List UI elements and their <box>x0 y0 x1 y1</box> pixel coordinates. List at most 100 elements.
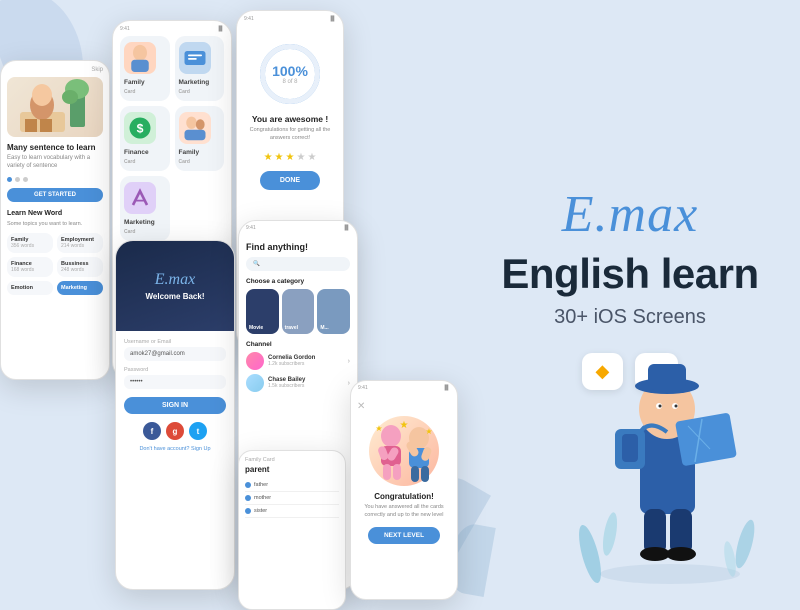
family-card-label: Family Card <box>245 457 339 463</box>
progress-title: You are awesome ! <box>252 114 328 124</box>
chevron-right-icon: › <box>348 358 350 365</box>
battery-icon: ▐▌ <box>343 225 350 231</box>
phones-area: Skip Many sentence to learn Easy to lear… <box>0 0 460 604</box>
twitter-login-button[interactable]: t <box>189 422 207 440</box>
search-title: Find anything! <box>246 242 350 252</box>
login-header: E.max Welcome Back! <box>116 241 234 331</box>
done-button[interactable]: DONE <box>260 171 320 190</box>
phone-vocabulary: Skip Many sentence to learn Easy to lear… <box>0 60 110 380</box>
channel-subs-2: 1.5k subscribers <box>268 383 305 389</box>
category-title: Employment <box>61 237 99 243</box>
time-display: 9:41 <box>244 16 254 22</box>
channel-item-2[interactable]: Chase Bailey 1.5k subscribers › <box>246 374 350 392</box>
card-label: Family <box>179 149 221 156</box>
chevron-right-icon: › <box>348 380 350 387</box>
phone3-status-bar: 9:41 ▐▌ <box>244 16 336 22</box>
phone1-subtext: Easy to learn vocabulary with a variety … <box>7 155 103 171</box>
signup-prompt: Don't have account? Sign Up <box>124 446 226 452</box>
category-label: M... <box>320 325 328 331</box>
login-logo: E.max <box>155 271 195 289</box>
svg-text:★: ★ <box>400 420 409 431</box>
svg-text:★: ★ <box>425 427 432 436</box>
phone-congratulations: 9:41 ▐▌ ✕ <box>350 380 458 600</box>
category-count: 248 words <box>61 267 99 273</box>
battery-icon: ▐▌ <box>217 26 224 32</box>
social-login-buttons: f g t <box>124 422 226 440</box>
close-button[interactable]: ✕ <box>357 401 365 412</box>
category-marketing[interactable]: Marketing <box>57 281 103 295</box>
category-emotion[interactable]: Emotion <box>7 281 53 295</box>
dot-1 <box>7 177 12 182</box>
progress-percent: 100% <box>272 63 308 79</box>
password-input[interactable]: •••••• <box>124 375 226 389</box>
quiz-card-marketing[interactable]: Marketing Card <box>175 36 225 101</box>
word-item-mother[interactable]: mother <box>245 492 339 505</box>
category-travel[interactable]: travel <box>282 289 315 334</box>
category-label: Choose a category <box>246 278 350 285</box>
get-started-button[interactable]: GET STARTED <box>7 188 103 202</box>
progress-desc: Congratulations for getting all the answ… <box>245 127 335 142</box>
channel-avatar-1 <box>246 352 264 370</box>
signup-link[interactable]: Sign Up <box>191 446 211 452</box>
card-sub: Card <box>124 89 166 95</box>
quiz-card-finance[interactable]: $ Finance Card <box>120 106 170 171</box>
category-title: Marketing <box>61 285 99 291</box>
welcome-text: Welcome Back! <box>146 292 205 301</box>
username-label: Username or Email <box>124 339 226 345</box>
signup-text: Don't have account? <box>139 446 189 452</box>
google-login-button[interactable]: g <box>166 422 184 440</box>
star-5: ★ <box>307 152 316 163</box>
family-card-title: parent <box>245 465 339 474</box>
category-movie[interactable]: Movie <box>246 289 279 334</box>
category-finance[interactable]: Finance 168 words <box>7 257 53 277</box>
next-level-button[interactable]: NEXT LEVEL <box>368 527 440 544</box>
phone7-status-bar: 9:41 ▐▌ <box>358 385 450 391</box>
time-display: 9:41 <box>246 225 256 231</box>
word-item-father[interactable]: father <box>245 479 339 492</box>
page-dots <box>7 177 103 182</box>
channel-subs-1: 1.2k subscribers <box>268 361 315 367</box>
congratulations-illustration: ★ ★ ★ <box>369 416 439 486</box>
card-label: Family <box>124 79 166 86</box>
phone-login: E.max Welcome Back! Username or Email am… <box>115 240 235 590</box>
card-label: Marketing <box>124 219 166 226</box>
facebook-login-button[interactable]: f <box>143 422 161 440</box>
brand-logo: E.max <box>562 185 698 244</box>
learn-section-label: Learn New Word <box>7 210 103 217</box>
channel-avatar-2 <box>246 374 264 392</box>
username-input[interactable]: amok27@gmail.com <box>124 347 226 361</box>
category-family[interactable]: Family 356 words <box>7 233 53 253</box>
quiz-cards-grid: Family Card Marketing Card <box>120 36 224 241</box>
channel-item-1[interactable]: Cornelia Gordon 1.2k subscribers › <box>246 352 350 370</box>
word-label: mother <box>254 495 271 501</box>
category-employment[interactable]: Employment 214 words <box>57 233 103 253</box>
category-bussiness[interactable]: Bussiness 248 words <box>57 257 103 277</box>
channel-label: Channel <box>246 341 350 348</box>
dot-2 <box>15 177 20 182</box>
card-sub: Card <box>124 229 166 235</box>
star-rating: ★ ★ ★ ★ ★ <box>264 152 317 163</box>
word-label: sister <box>254 508 267 514</box>
word-label: father <box>254 482 268 488</box>
card-sub: Card <box>179 159 221 165</box>
skip-button[interactable]: Skip <box>7 67 103 73</box>
star-3: ★ <box>286 152 295 163</box>
list-dot <box>245 482 251 488</box>
list-dot <box>245 495 251 501</box>
quiz-card-family2[interactable]: Family Card <box>175 106 225 171</box>
quiz-card-marketing2[interactable]: Marketing Card <box>120 176 170 241</box>
svg-text:★: ★ <box>375 424 382 433</box>
category-count: 214 words <box>61 243 99 249</box>
category-title: Emotion <box>11 285 49 291</box>
word-categories-grid: Family 356 words Employment 214 words Fi… <box>7 233 103 295</box>
category-more[interactable]: M... <box>317 289 350 334</box>
svg-text:$: $ <box>137 121 144 135</box>
time-display: 9:41 <box>358 385 368 391</box>
word-item-sister[interactable]: sister <box>245 505 339 518</box>
battery-icon: ▐▌ <box>329 16 336 22</box>
search-bar[interactable]: 🔍 <box>246 257 350 271</box>
star-2: ★ <box>275 152 284 163</box>
signin-button[interactable]: SIGN IN <box>124 397 226 414</box>
quiz-card-family[interactable]: Family Card <box>120 36 170 101</box>
progress-circle: 100% 8 of 8 <box>260 44 320 104</box>
